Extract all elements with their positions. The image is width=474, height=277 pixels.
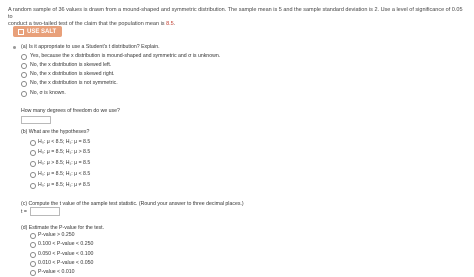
salt-icon [18, 28, 24, 35]
part-d-option-1: P-value > 0.250 [38, 232, 75, 238]
part-b-option-radio-4[interactable] [30, 172, 36, 178]
part-d-option-radio-3[interactable] [30, 252, 36, 258]
part-a-option-radio-5[interactable] [21, 91, 27, 97]
problem-statement: A random sample of 36 values is drawn fr… [8, 7, 468, 28]
t-value-input[interactable] [30, 207, 60, 216]
part-a-option-radio-1[interactable] [21, 54, 27, 60]
part-d-option-4: 0.010 < P-value < 0.050 [38, 260, 94, 266]
use-salt-label: USE SALT [27, 28, 57, 35]
part-a-option-radio-4[interactable] [21, 81, 27, 87]
part-d-option-5: P-value < 0.010 [38, 269, 75, 275]
part-a-option-radio-2[interactable] [21, 63, 27, 69]
df-question: How many degrees of freedom do we use? [21, 108, 120, 114]
part-a-option-3: No, the x distribution is skewed right. [30, 71, 115, 77]
part-b-option-radio-3[interactable] [30, 161, 36, 167]
part-b-option-radio-1[interactable] [30, 140, 36, 146]
t-label: t = [21, 209, 27, 215]
part-d-option-radio-2[interactable] [30, 242, 36, 248]
problem-line-2: conduct a two-tailed test of the claim t… [8, 21, 176, 27]
part-b-option-radio-5[interactable] [30, 183, 36, 189]
part-a-option-radio-3[interactable] [21, 72, 27, 78]
bullet-dot [13, 46, 16, 49]
part-d-question: (d) Estimate the P-value for the test. [21, 225, 105, 231]
part-d-option-radio-4[interactable] [30, 261, 36, 267]
part-b-option-1: H₀: μ < 8.5; H₁: μ = 8.5 [38, 139, 91, 145]
use-salt-button[interactable]: USE SALT [13, 26, 62, 37]
part-a-option-4: No, the x distribution is not symmetric. [30, 80, 118, 86]
part-d-option-radio-1[interactable] [30, 233, 36, 239]
claimed-mean: 8.5 [166, 21, 174, 27]
part-b-option-3: H₀: μ > 8.5; H₁: μ = 8.5 [38, 160, 91, 166]
part-b-question: (b) What are the hypotheses? [21, 129, 90, 135]
part-a-option-2: No, the x distribution is skewed left. [30, 62, 112, 68]
part-a-option-5: No, σ is known. [30, 90, 66, 96]
part-d-option-radio-5[interactable] [30, 270, 36, 276]
part-b-option-2: H₀: μ = 8.5; H₁: μ > 8.5 [38, 149, 91, 155]
part-b-option-4: H₀: μ = 8.5; H₁: μ < 8.5 [38, 171, 91, 177]
part-a-question: (a) Is it appropriate to use a Student's… [21, 44, 160, 50]
part-d-option-2: 0.100 < P-value < 0.250 [38, 241, 94, 247]
part-b-option-5: H₀: μ = 8.5; H₁: μ ≠ 8.5 [38, 182, 91, 188]
problem-line-1: A random sample of 36 values is drawn fr… [8, 7, 463, 20]
part-d-option-3: 0.050 < P-value < 0.100 [38, 251, 94, 257]
part-b-option-radio-2[interactable] [30, 150, 36, 156]
df-input[interactable] [21, 116, 51, 124]
part-a-option-1: Yes, because the x distribution is mound… [30, 53, 221, 59]
